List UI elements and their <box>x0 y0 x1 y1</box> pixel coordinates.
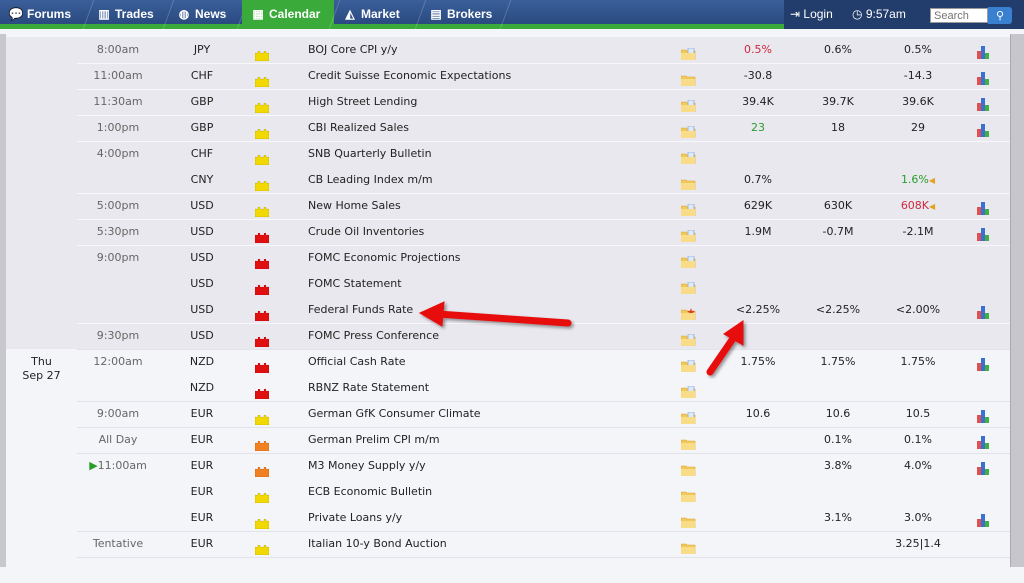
arrow-to-actual <box>706 333 738 376</box>
arrow-to-event <box>434 310 572 327</box>
arrow-head-event <box>418 301 445 327</box>
annotation-arrows <box>418 301 744 376</box>
